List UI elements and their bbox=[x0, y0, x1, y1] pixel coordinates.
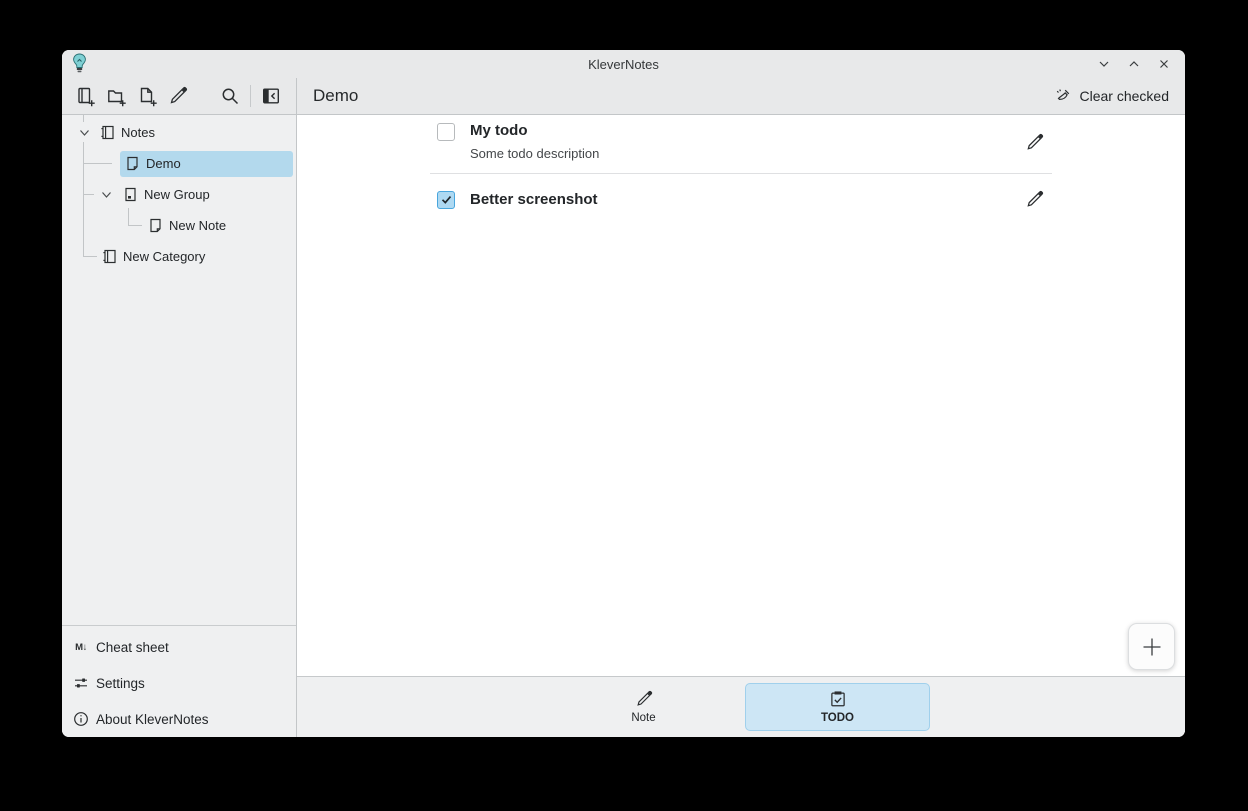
markdown-icon: M↓ bbox=[72, 642, 90, 653]
edit-todo-button[interactable] bbox=[1023, 131, 1046, 154]
tab-note[interactable]: Note bbox=[551, 683, 736, 731]
tree-item-label: New Category bbox=[123, 249, 205, 264]
page-header: Demo Clear checked bbox=[297, 78, 1185, 114]
footer-item-label: Settings bbox=[96, 676, 145, 691]
todo-separator bbox=[430, 173, 1052, 174]
tab-label: Note bbox=[631, 712, 655, 724]
group-icon bbox=[123, 187, 138, 202]
broom-clear-icon bbox=[1054, 87, 1072, 105]
todo-title: Better screenshot bbox=[470, 190, 598, 210]
todo-title: My todo bbox=[470, 121, 599, 141]
close-button[interactable] bbox=[1155, 55, 1173, 73]
clipboard-check-icon bbox=[829, 690, 847, 708]
tree-item-notes[interactable]: Notes bbox=[62, 117, 296, 148]
window-title: KleverNotes bbox=[588, 57, 659, 72]
todo-checkbox-unchecked[interactable] bbox=[437, 123, 455, 141]
about-button[interactable]: About KleverNotes bbox=[62, 701, 296, 737]
add-group-icon[interactable] bbox=[103, 83, 129, 109]
todo-description: Some todo description bbox=[470, 145, 599, 163]
klevernotes-window: KleverNotes bbox=[62, 50, 1185, 737]
chevron-down-icon[interactable] bbox=[78, 127, 90, 139]
clear-checked-button[interactable]: Clear checked bbox=[1052, 83, 1172, 109]
tree-item-label: New Group bbox=[144, 187, 210, 202]
edit-icon[interactable] bbox=[165, 83, 191, 109]
cheat-sheet-button[interactable]: M↓ Cheat sheet bbox=[62, 629, 296, 665]
todo-list: My todo Some todo description bbox=[430, 115, 1052, 211]
klevernotes-lightbulb-icon bbox=[71, 53, 88, 74]
sliders-icon bbox=[72, 675, 90, 691]
mode-tabbar: Note TODO bbox=[297, 676, 1185, 737]
sidebar-toolbar bbox=[62, 78, 297, 114]
minimize-button[interactable] bbox=[1095, 55, 1113, 73]
tab-todo[interactable]: TODO bbox=[745, 683, 930, 731]
add-category-icon[interactable] bbox=[72, 83, 98, 109]
footer-item-label: Cheat sheet bbox=[96, 640, 169, 655]
sidebar-footer: M↓ Cheat sheet Settings bbox=[62, 625, 296, 737]
tab-label: TODO bbox=[821, 712, 854, 724]
edit-todo-button[interactable] bbox=[1023, 188, 1046, 211]
add-note-icon[interactable] bbox=[134, 83, 160, 109]
info-icon bbox=[72, 711, 90, 727]
category-icon bbox=[102, 249, 117, 264]
notes-tree: Notes Demo bbox=[62, 115, 296, 272]
sidebar: Notes Demo bbox=[62, 115, 297, 737]
todo-checkbox-checked[interactable] bbox=[437, 191, 455, 209]
tree-item-new-group[interactable]: New Group bbox=[62, 179, 296, 210]
tree-item-label: New Note bbox=[169, 218, 226, 233]
category-icon bbox=[100, 125, 115, 140]
pencil-icon bbox=[635, 690, 653, 708]
add-todo-fab[interactable] bbox=[1128, 623, 1175, 670]
clear-checked-label: Clear checked bbox=[1080, 88, 1170, 104]
titlebar[interactable]: KleverNotes bbox=[62, 50, 1185, 78]
tree-item-demo[interactable]: Demo bbox=[62, 148, 296, 179]
toolbar-separator bbox=[250, 85, 251, 107]
tree-item-label: Demo bbox=[146, 156, 181, 171]
page-title: Demo bbox=[313, 86, 358, 106]
settings-button[interactable]: Settings bbox=[62, 665, 296, 701]
note-icon bbox=[148, 218, 163, 233]
toggle-sidebar-icon[interactable] bbox=[258, 83, 284, 109]
tree-item-new-note[interactable]: New Note bbox=[62, 210, 296, 241]
search-icon[interactable] bbox=[217, 83, 243, 109]
plus-icon bbox=[1141, 636, 1163, 658]
todo-view: My todo Some todo description bbox=[297, 115, 1185, 676]
tree-item-label: Notes bbox=[121, 125, 155, 140]
tree-item-new-category[interactable]: New Category bbox=[62, 241, 296, 272]
todo-item: My todo Some todo description bbox=[430, 121, 1052, 163]
note-icon bbox=[125, 156, 140, 171]
toolbar: Demo Clear checked bbox=[62, 78, 1185, 115]
todo-item: Better screenshot bbox=[430, 188, 1052, 211]
chevron-down-icon[interactable] bbox=[100, 189, 112, 201]
selected-note-highlight: Demo bbox=[120, 151, 293, 177]
desktop-background: KleverNotes bbox=[0, 0, 1248, 811]
maximize-button[interactable] bbox=[1125, 55, 1143, 73]
footer-item-label: About KleverNotes bbox=[96, 712, 209, 727]
